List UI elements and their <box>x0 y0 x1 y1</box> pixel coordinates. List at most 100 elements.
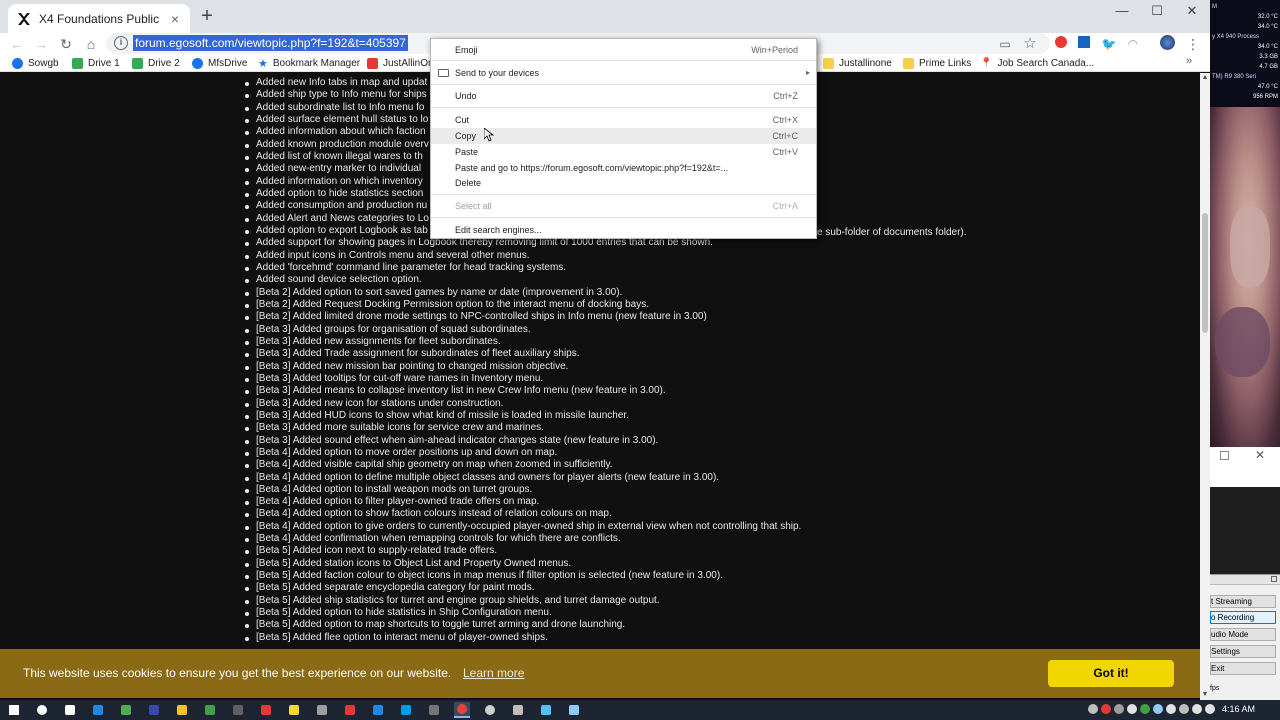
tray-icon[interactable] <box>1114 704 1124 714</box>
got-it-button[interactable]: Got it! <box>1048 660 1174 687</box>
app-icon[interactable] <box>538 702 554 718</box>
page-scrollbar[interactable]: ▲ ▼ <box>1200 73 1210 700</box>
maximize-button[interactable]: ☐ <box>1142 2 1172 20</box>
site-info-icon[interactable]: i <box>114 36 128 50</box>
changelog-item: [Beta 5] Added ship statistics for turre… <box>245 595 801 607</box>
extension-icon[interactable]: ◠ <box>1124 35 1142 53</box>
extension-icon[interactable] <box>1075 35 1093 53</box>
app-icon[interactable] <box>90 702 106 718</box>
start-streaming-button[interactable]: t Streaming <box>1210 595 1276 608</box>
tray-icon[interactable] <box>1127 704 1137 714</box>
reload-button[interactable]: ↻ <box>56 34 76 54</box>
bookmark-item[interactable]: JustAllinOne <box>367 56 439 71</box>
bookmark-star-icon[interactable]: ☆ <box>1021 35 1039 53</box>
tray-icon[interactable] <box>1153 704 1163 714</box>
app-icon[interactable] <box>258 702 274 718</box>
folder-icon <box>823 58 834 69</box>
menu-item-paste[interactable]: Paste Ctrl+V <box>431 144 816 160</box>
app-icon[interactable] <box>146 702 162 718</box>
close-window-button[interactable]: ✕ <box>1177 2 1207 20</box>
bookmark-item[interactable]: Drive 2 <box>132 56 180 71</box>
minimize-button[interactable]: — <box>1107 2 1137 20</box>
app-icon[interactable] <box>314 702 330 718</box>
app-icon[interactable] <box>202 702 218 718</box>
app-icon[interactable] <box>510 702 526 718</box>
changelog-item: [Beta 4] Added visible capital ship geom… <box>245 459 801 471</box>
bookmark-item[interactable]: Prime Links <box>903 56 971 71</box>
menu-item-edit-search-engines[interactable]: Edit search engines... <box>431 222 816 238</box>
learn-more-link[interactable]: Learn more <box>463 666 524 680</box>
url-text-selected[interactable]: forum.egosoft.com/viewtopic.php?f=192&t=… <box>133 35 408 51</box>
changelog-item: Added 'forcehmd' command line parameter … <box>245 262 801 274</box>
tray-icon[interactable] <box>1140 704 1150 714</box>
hw-sensor-value: 4.7 GB <box>1259 64 1278 70</box>
tray-icon[interactable] <box>1205 704 1215 714</box>
menu-item-cut[interactable]: Cut Ctrl+X <box>431 112 816 128</box>
obs-icon[interactable] <box>482 702 498 718</box>
changelog-item: [Beta 4] Added option to filter player-o… <box>245 496 801 508</box>
start-recording-button[interactable]: o Recording <box>1210 611 1276 624</box>
app-icon[interactable] <box>286 702 302 718</box>
studio-mode-button[interactable]: udio Mode <box>1210 628 1276 641</box>
bookmark-item[interactable]: Drive 1 <box>72 56 120 71</box>
menu-item-paste-and-go[interactable]: Paste and go to https://forum.egosoft.co… <box>431 160 816 176</box>
undock-icon[interactable] <box>1271 576 1277 582</box>
task-view-icon[interactable] <box>62 702 78 718</box>
forward-button[interactable]: → <box>31 34 51 54</box>
changelog-item: [Beta 3] Added new mission bar pointing … <box>245 361 801 373</box>
settings-button[interactable]: Settings <box>1210 645 1276 658</box>
menu-item-undo[interactable]: Undo Ctrl+Z <box>431 88 816 104</box>
tab-close-icon[interactable]: × <box>168 12 182 26</box>
new-tab-button[interactable]: + <box>198 6 216 26</box>
changelog-item: [Beta 2] Added Request Docking Permissio… <box>245 299 801 311</box>
app-icon[interactable] <box>174 702 190 718</box>
obs-maximize-button[interactable] <box>1220 451 1229 460</box>
app-icon[interactable] <box>118 702 134 718</box>
tray-icon[interactable] <box>1192 704 1202 714</box>
bookmark-item[interactable]: Justallinone <box>823 56 892 71</box>
start-icon[interactable] <box>6 702 22 718</box>
app-icon[interactable] <box>342 702 358 718</box>
menu-item-delete[interactable]: Delete <box>431 175 816 191</box>
menu-item-send-to-devices[interactable]: Send to your devices ▸ <box>431 65 816 81</box>
taskbar-clock[interactable]: 4:16 AM <box>1222 704 1255 714</box>
changelog-item: [Beta 5] Added faction colour to object … <box>245 570 801 582</box>
changelog-item: [Beta 5] Added station icons to Object L… <box>245 558 801 570</box>
obs-close-button[interactable]: ✕ <box>1255 448 1265 462</box>
app-icon[interactable] <box>230 702 246 718</box>
tray-icon[interactable] <box>1088 704 1098 714</box>
install-app-icon[interactable]: ▭ <box>996 35 1014 53</box>
bookmark-item[interactable]: MfsDrive <box>192 56 247 71</box>
twitter-icon[interactable]: 🐦 <box>1100 35 1118 53</box>
steam-icon[interactable] <box>566 702 582 718</box>
app-icon[interactable] <box>426 702 442 718</box>
app-icon-glyph <box>373 705 383 715</box>
menu-item-emoji[interactable]: Emoji Win+Period <box>431 42 816 58</box>
steam-icon-glyph <box>569 705 579 715</box>
bookmark-item[interactable]: ★ Bookmark Manager <box>258 56 360 71</box>
tray-icon[interactable] <box>1166 704 1176 714</box>
chrome-icon[interactable] <box>454 702 470 718</box>
tray-icon[interactable] <box>1101 704 1111 714</box>
scroll-up-icon[interactable]: ▲ <box>1200 73 1210 83</box>
bookmark-item[interactable]: 📍 Job Search Canada... <box>980 56 1094 71</box>
profile-avatar[interactable] <box>1158 35 1176 53</box>
app-icon[interactable] <box>398 702 414 718</box>
hw-sensor-label: TM) R9 380 Seri <box>1212 74 1257 80</box>
app-icon[interactable] <box>370 702 386 718</box>
chrome-menu-icon[interactable]: ⋮ <box>1184 35 1202 53</box>
back-button[interactable]: ← <box>7 34 27 54</box>
search-icon[interactable] <box>34 702 50 718</box>
exit-button[interactable]: Exit <box>1210 662 1276 675</box>
tab-x4-forum[interactable]: X4 Foundations Public Beta - Ver × <box>8 4 190 33</box>
scroll-thumb[interactable] <box>1202 213 1208 333</box>
extension-icon[interactable] <box>1052 35 1070 53</box>
scroll-down-icon[interactable]: ▼ <box>1200 690 1210 700</box>
bookmarks-overflow-button[interactable]: » <box>1186 55 1192 67</box>
bookmark-item[interactable]: Sowgb <box>12 56 59 71</box>
menu-separator <box>431 60 816 61</box>
start-icon-glyph <box>9 705 19 715</box>
home-button[interactable]: ⌂ <box>81 34 101 54</box>
menu-separator <box>431 107 816 108</box>
tray-icon[interactable] <box>1179 704 1189 714</box>
